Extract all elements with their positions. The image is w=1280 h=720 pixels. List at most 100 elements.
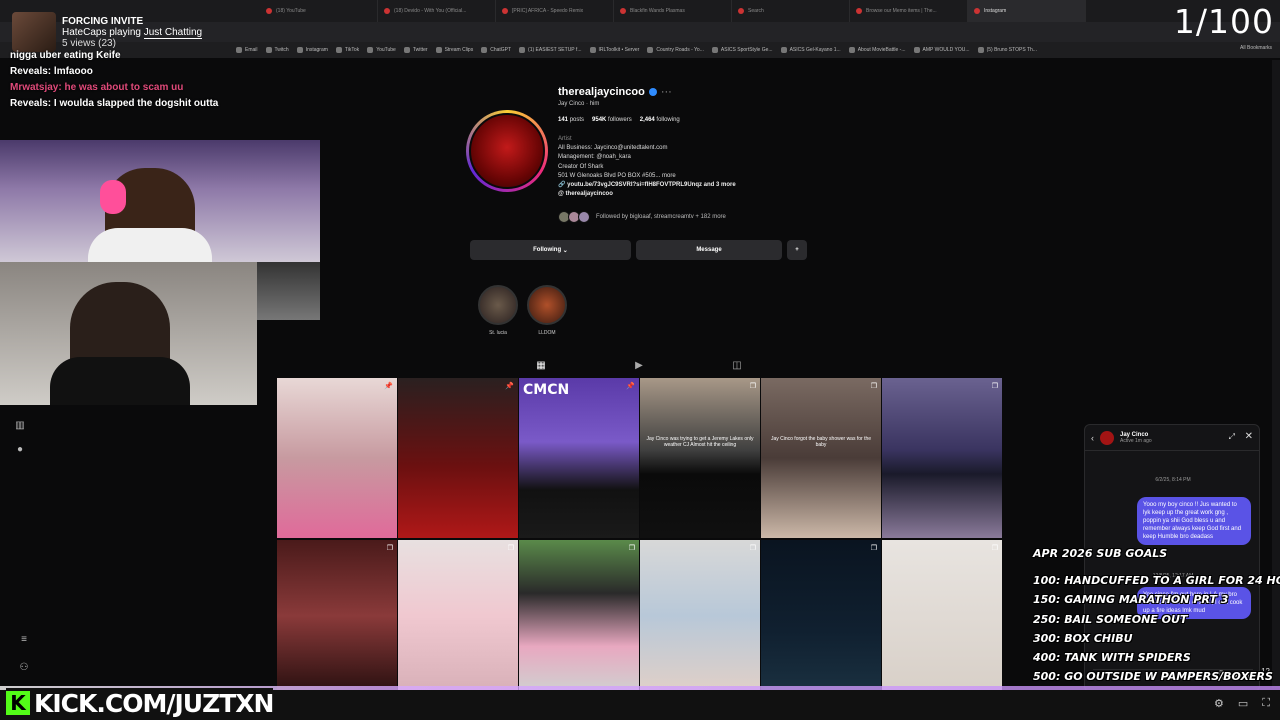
browser-tab[interactable]: Instagram [968, 0, 1086, 22]
browser-tab[interactable]: [PRIC] AFRICA - Speedo Remix [496, 0, 614, 22]
bookmark-favicon-icon [519, 47, 526, 53]
bookmark-favicon-icon [367, 47, 374, 53]
verified-badge-icon [648, 88, 657, 96]
chat-overlay: nigga uber eating Keife Reveals: lmfaooo M… [10, 48, 310, 112]
posts-grid-icon[interactable]: ▦ [534, 360, 548, 374]
threads-link[interactable]: @ therealjaycincoo [558, 190, 828, 199]
following-button[interactable]: Following ⌄ [470, 240, 631, 260]
close-icon[interactable]: ✕ [1245, 431, 1253, 442]
back-icon[interactable]: ‹ [1091, 433, 1094, 443]
tab-favicon-icon [974, 8, 980, 14]
posts-grid: 📌 📌 📌 CMCN ❐ Jay Cinco was trying to get a Je… [277, 378, 1002, 692]
post-thumbnail[interactable]: ❐ [398, 540, 518, 692]
chat-message: nigga uber eating Keife [10, 50, 121, 61]
sub-goal-item: 250: BAIL SOMEONE OUT [1033, 612, 1188, 626]
dm-timestamp: 6/2/25, 8:14 PM [1155, 477, 1191, 483]
bookmark-favicon-icon [403, 47, 410, 53]
bookmark-item[interactable]: About MovieBattle -... [848, 47, 906, 53]
bookmark-item[interactable]: Stream Clips [435, 47, 473, 53]
post-thumbnail[interactable]: ❐ [882, 378, 1002, 538]
bookmark-item[interactable]: TikTok [335, 47, 359, 53]
browser-tab[interactable]: Blackfin Wands Plasmas [614, 0, 732, 22]
profile-username: therealjaycincoo ··· [558, 86, 672, 98]
sub-goal-item: 100: HANDCUFFED TO A GIRL FOR 24 HOURS [1033, 574, 1280, 588]
profile-stats: 141 posts 954K followers 2,464 following [558, 117, 680, 123]
bookmark-item[interactable]: ASICS Gel-Kayano 1... [780, 47, 841, 53]
bookmark-item[interactable]: Country Roads - Yo... [647, 47, 704, 53]
notification-user: HateCaps [62, 26, 107, 38]
webcam-streamer-3 [257, 262, 320, 320]
post-thumbnail[interactable]: ❐ [519, 540, 639, 692]
bookmark-favicon-icon [335, 47, 342, 53]
post-thumbnail[interactable]: ❐ Jay Cinco was trying to get a Jeremy La… [640, 378, 760, 538]
bookmark-item[interactable]: ChatGPT [481, 47, 511, 53]
bookmark-favicon-icon [481, 47, 488, 53]
instagram-profile-header: therealjaycincoo ··· Jay Cinco · him 141… [466, 84, 816, 244]
tab-favicon-icon [384, 8, 390, 14]
more-options-icon[interactable]: ··· [661, 86, 672, 98]
bookmark-favicon-icon [913, 47, 920, 53]
settings-icon[interactable]: ⚙ [1214, 697, 1224, 710]
message-button[interactable]: Message [636, 240, 782, 260]
expand-icon[interactable]: ⤢ [1229, 432, 1235, 442]
bookmark-item[interactable]: IRLToolkit • Server [589, 47, 639, 53]
sub-goal-item: 400: TANK WITH SPIDERS [1033, 651, 1191, 665]
browser-tab[interactable]: Search [732, 0, 850, 22]
followed-by[interactable]: Followed by bigloaaf, streamcreamtv + 18… [558, 211, 726, 223]
profile-picture[interactable] [466, 110, 548, 192]
post-thumbnail[interactable]: ❐ Jay Cinco forgot the baby shower was fo… [761, 378, 881, 538]
more-icon[interactable]: ⚇ [18, 662, 30, 674]
following-count[interactable]: 2,464 following [640, 117, 680, 123]
side-nav-icons: ▥ ● [14, 420, 34, 456]
story-highlight[interactable]: LLDOM [517, 285, 577, 336]
browser-tab[interactable]: (18) Devido - With You (Official... [378, 0, 496, 22]
add-user-icon[interactable]: + [787, 240, 807, 260]
carousel-icon: ❐ [507, 545, 514, 552]
bookmark-item[interactable]: ASICS SportStyle Ge... [711, 47, 773, 53]
browser-tab[interactable]: Browse our Memo items | The... [850, 0, 968, 22]
avatar-icon[interactable]: ● [14, 444, 26, 456]
sub-goals-title: APR 2026 SUB GOALS [1033, 547, 1168, 560]
stream-notification: FORCING INVITE HateCaps playing Just Cha… [12, 12, 312, 52]
bookmark-item[interactable]: (5) Bruno STOPS Th... [977, 47, 1037, 53]
followers-count[interactable]: 954K followers [592, 117, 632, 123]
fullscreen-icon[interactable]: ⛶ [1262, 697, 1270, 710]
carousel-icon: ❐ [870, 545, 877, 552]
kick-url: KICK.COM/JUZTXN [34, 688, 274, 718]
post-thumbnail[interactable]: ❐ [640, 540, 760, 692]
tagged-icon[interactable]: ◫ [730, 360, 744, 374]
stream-screen: (18) YouTube (18) Devido - With You (Offi… [0, 0, 1280, 720]
sub-goal-item: 500: GO OUTSIDE W PAMPERS/BOXERS [1033, 670, 1273, 684]
webcam-streamer-1 [0, 140, 320, 262]
profile-display-name: Jay Cinco · him [558, 101, 600, 107]
bookmark-item[interactable]: AMP WOULD YOU... [913, 47, 970, 53]
post-thumbnail[interactable]: 📌 [398, 378, 518, 538]
profile-bio: Artist All Business: Jaycinco@unitedtale… [558, 135, 828, 199]
bookmark-item[interactable]: YouTube [367, 47, 396, 53]
bookmark-item[interactable]: (1) EASIEST SETUP f... [519, 47, 582, 53]
tab-favicon-icon [738, 8, 744, 14]
bookmark-favicon-icon [589, 47, 596, 53]
notification-views: 5 views (23) [62, 37, 116, 49]
reels-icon[interactable]: ▶ [632, 360, 646, 374]
post-thumbnail[interactable]: ❐ [761, 540, 881, 692]
post-thumbnail[interactable]: ❐ [882, 540, 1002, 692]
menu-icon[interactable]: ≡ [18, 634, 30, 646]
profile-link[interactable]: 🔗 youtu.be/73vgJC9SVRI?si=fIH8FOVTPRL9Un… [558, 181, 828, 190]
theater-icon[interactable]: ▭ [1238, 697, 1248, 710]
dm-avatar [1100, 430, 1114, 445]
webcam-streamer-2 [0, 262, 257, 405]
post-thumbnail[interactable]: 📌 [277, 378, 397, 538]
carousel-icon: ❐ [386, 545, 393, 552]
carousel-icon: ❐ [749, 383, 756, 390]
post-thumbnail[interactable]: 📌 CMCN [519, 378, 639, 538]
stats-icon[interactable]: ▥ [14, 420, 26, 432]
posts-count: 141 posts [558, 117, 585, 123]
tab-favicon-icon [856, 8, 862, 14]
bookmark-item[interactable]: Twitter [403, 47, 428, 53]
post-thumbnail[interactable]: ❐ [277, 540, 397, 692]
bookmark-favicon-icon [780, 47, 787, 53]
all-bookmarks-link[interactable]: All Bookmarks [1240, 45, 1272, 51]
bio-line: All Business: Jaycinco@unitedtalent.com [558, 145, 668, 152]
tab-favicon-icon [502, 8, 508, 14]
